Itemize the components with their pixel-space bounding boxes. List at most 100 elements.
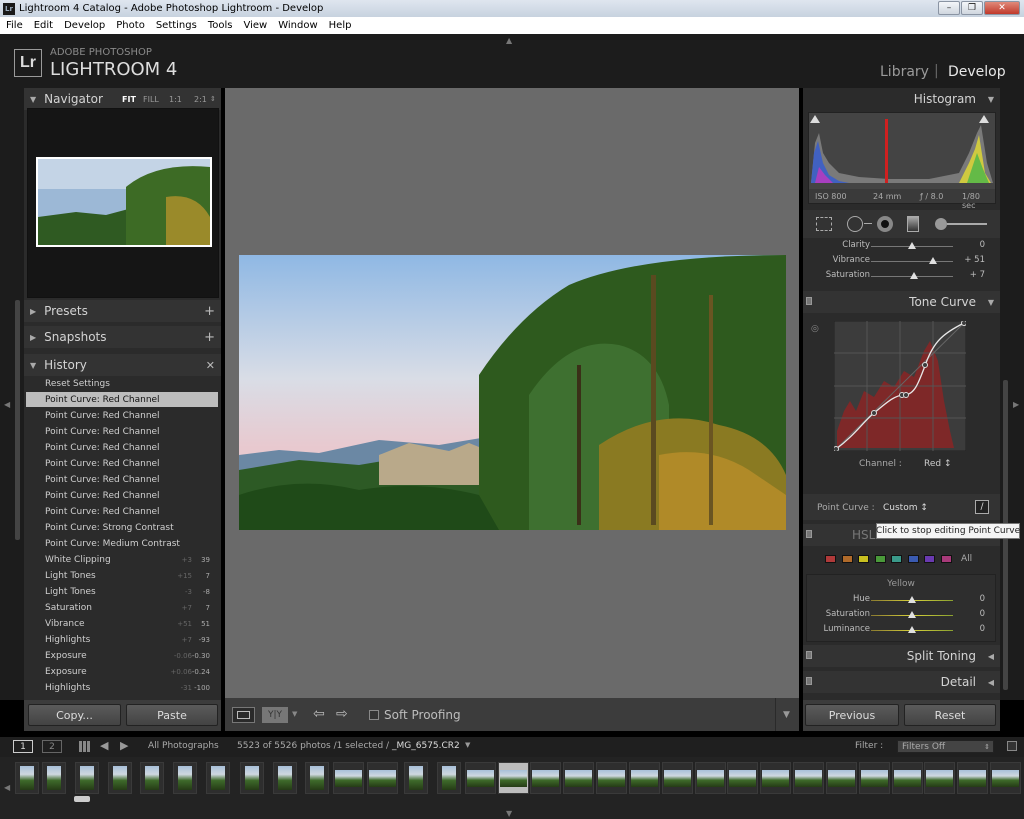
hsl-hue-slider[interactable]: Hue 0 [803, 594, 1000, 606]
clear-history-icon[interactable]: ✕ [206, 359, 215, 372]
crop-tool-icon[interactable] [816, 217, 832, 231]
menu-settings[interactable]: Settings [156, 20, 197, 31]
filmstrip-thumbnail[interactable] [695, 762, 726, 794]
reset-button[interactable]: Reset [904, 704, 996, 726]
hsl-all-label[interactable]: All [961, 554, 972, 564]
filmstrip-thumbnail[interactable] [957, 762, 988, 794]
targeted-adjustment-icon[interactable]: ◎ [811, 324, 819, 334]
presets-header[interactable]: ▶ Presets + [24, 300, 221, 322]
soft-proofing-checkbox[interactable] [369, 710, 379, 720]
menu-help[interactable]: Help [329, 20, 352, 31]
filmstrip-thumbnail[interactable] [206, 762, 230, 794]
hsl-color-swatch[interactable] [858, 555, 869, 563]
snapshots-header[interactable]: ▶ Snapshots + [24, 326, 221, 348]
zoom-1-1[interactable]: 1:1 [169, 95, 182, 104]
filmstrip-thumbnail[interactable] [727, 762, 758, 794]
hsl-color-swatch[interactable] [825, 555, 836, 563]
module-develop[interactable]: Develop [948, 64, 1006, 80]
history-header[interactable]: ▼ History ✕ [24, 354, 221, 376]
menu-file[interactable]: File [6, 20, 23, 31]
module-library[interactable]: Library [880, 64, 929, 80]
back-arrow-icon[interactable]: ◀ [100, 739, 108, 752]
history-item[interactable]: Point Curve: Red Channel [26, 456, 218, 471]
filmstrip-thumbnail[interactable] [273, 762, 297, 794]
filmstrip-thumbnail[interactable] [859, 762, 890, 794]
presence-clarity-slider[interactable]: Clarity 0 [803, 240, 1000, 252]
filmstrip-thumbnail[interactable] [404, 762, 428, 794]
panel-switch-icon[interactable] [806, 677, 812, 685]
zoom-updown-icon[interactable]: ⇕ [210, 95, 216, 103]
filmstrip-thumbnail[interactable] [662, 762, 693, 794]
menu-window[interactable]: Window [278, 20, 317, 31]
loupe-view-button[interactable] [232, 707, 255, 723]
history-item[interactable]: White Clipping +3 39 [26, 552, 218, 567]
menu-view[interactable]: View [243, 20, 267, 31]
history-item[interactable]: Highlights +7 -93 [26, 632, 218, 647]
toolbar-menu[interactable]: ▼ [775, 698, 799, 731]
history-item[interactable]: Point Curve: Medium Contrast [26, 536, 218, 551]
minimize-button[interactable]: – [938, 1, 960, 15]
history-item[interactable]: Point Curve: Red Channel [26, 392, 218, 407]
edit-point-curve-icon[interactable]: ∕ [975, 500, 989, 514]
history-item[interactable]: Point Curve: Red Channel [26, 440, 218, 455]
close-window-button[interactable]: ✕ [984, 1, 1020, 15]
history-item[interactable]: Point Curve: Red Channel [26, 472, 218, 487]
hsl-saturation-knob[interactable] [908, 611, 916, 618]
menu-develop[interactable]: Develop [64, 20, 105, 31]
filmstrip-thumbnail[interactable] [240, 762, 264, 794]
filmstrip-thumbnail[interactable] [892, 762, 923, 794]
filter-select[interactable]: Filters Off ⇕ [897, 740, 994, 753]
zoom-2-1[interactable]: 2:1 [194, 95, 207, 104]
point-curve-select[interactable]: Custom ↕ [883, 503, 928, 513]
filmstrip-thumbnail[interactable] [465, 762, 496, 794]
filmstrip-thumbnail[interactable] [563, 762, 594, 794]
before-after-button[interactable]: Y|Y [262, 707, 288, 723]
menu-photo[interactable]: Photo [116, 20, 145, 31]
collapse-top-arrow-icon[interactable]: ▲ [506, 36, 512, 45]
filmstrip-thumbnail[interactable] [367, 762, 398, 794]
histogram-header[interactable]: Histogram ▼ [803, 88, 1000, 110]
panel-switch-icon[interactable] [806, 297, 812, 305]
collapse-bottom-arrow-icon[interactable]: ▼ [506, 809, 512, 818]
collapse-right-arrow-icon[interactable]: ▶ [1013, 400, 1019, 409]
copy-button[interactable]: Copy... [28, 704, 121, 726]
arrow-right-icon[interactable]: ⇨ [336, 706, 348, 722]
filmstrip-thumbnail[interactable] [596, 762, 627, 794]
history-item[interactable]: Exposure +0.06 -0.24 [26, 664, 218, 679]
before-after-dropdown-icon[interactable]: ▼ [292, 710, 297, 718]
zoom-fit[interactable]: FIT [122, 95, 136, 104]
filmstrip-thumbnail[interactable] [498, 762, 529, 794]
history-item[interactable]: Vibrance +51 51 [26, 616, 218, 631]
add-snapshot-icon[interactable]: + [204, 330, 215, 345]
presence-vibrance-knob[interactable] [928, 257, 937, 264]
arrow-left-icon[interactable]: ⇦ [313, 706, 325, 722]
hsl-color-swatch[interactable] [874, 555, 886, 563]
filmstrip-thumbnail[interactable] [305, 762, 329, 794]
filmstrip-left-arrow-icon[interactable]: ◀ [4, 783, 10, 792]
adjustment-brush-icon[interactable] [935, 218, 947, 230]
hsl-luminance-knob[interactable] [908, 626, 916, 633]
presence-saturation-slider[interactable]: Saturation + 7 [803, 270, 1000, 282]
hsl-color-swatch[interactable] [924, 555, 935, 563]
filmstrip-thumbnail[interactable] [629, 762, 660, 794]
filmstrip-thumbnail[interactable] [760, 762, 791, 794]
filmstrip-thumbnail[interactable] [333, 762, 364, 794]
navigator-header[interactable]: ▼ Navigator FIT FILL 1:1 2:1 ⇕ [24, 88, 221, 110]
hsl-color-swatch[interactable] [891, 555, 902, 563]
history-item[interactable]: Point Curve: Red Channel [26, 488, 218, 503]
window-1-button[interactable]: 1 [13, 740, 33, 753]
filter-lock-icon[interactable] [1007, 741, 1017, 751]
image-canvas[interactable] [225, 88, 799, 698]
detail-header[interactable]: Detail ◀ [803, 671, 1000, 693]
filmstrip-thumbnail[interactable] [990, 762, 1021, 794]
zoom-fill[interactable]: FILL [143, 95, 159, 104]
hsl-hue-knob[interactable] [908, 596, 916, 603]
tone-curve-header[interactable]: Tone Curve ▼ [803, 291, 1000, 313]
filmstrip-thumbnail[interactable] [793, 762, 824, 794]
panel-switch-icon[interactable] [806, 651, 812, 659]
history-item[interactable]: Point Curve: Red Channel [26, 424, 218, 439]
maximize-button[interactable]: ❐ [961, 1, 983, 15]
red-eye-icon[interactable] [877, 216, 893, 232]
history-item[interactable]: Reset Settings [26, 376, 218, 391]
presence-vibrance-track[interactable] [871, 261, 953, 262]
